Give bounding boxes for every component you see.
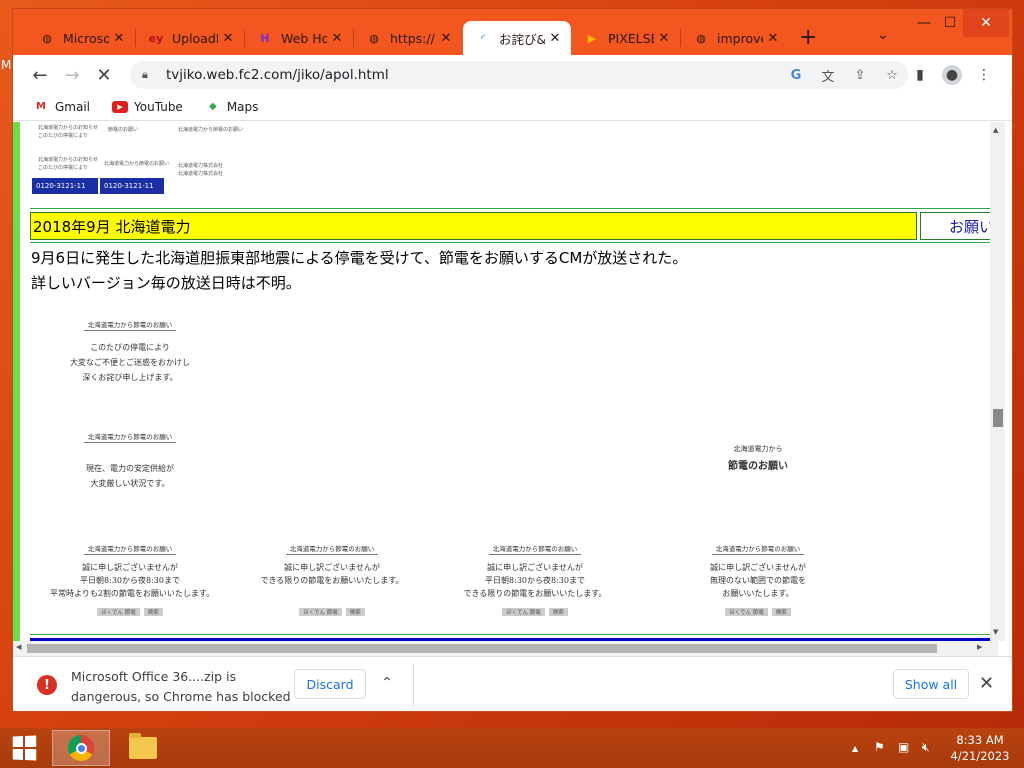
tab-pixelse[interactable]: ▶ PIXELSE ✕ xyxy=(572,21,680,55)
cm-caption-3: 北海道電力から 節電のお願い xyxy=(728,445,788,472)
bookmark-star-icon[interactable]: ☆ xyxy=(882,65,902,85)
show-all-button[interactable]: Show all xyxy=(893,669,969,699)
cm-caption-6: 北海道電力から節電のお願い 誠に申し訳ございませんが 平日朝8:30から夜8:3… xyxy=(463,545,607,616)
close-icon[interactable]: ✕ xyxy=(979,673,994,694)
left-green-bar xyxy=(13,122,20,641)
maps-icon: ◆ xyxy=(208,101,217,112)
windows-logo-icon xyxy=(12,735,37,761)
tab-title: Web Ho xyxy=(281,30,327,46)
chrome-icon xyxy=(68,735,94,761)
bookmark-gmail[interactable]: M Gmail xyxy=(33,100,90,114)
discard-button[interactable]: Discard xyxy=(294,669,366,699)
globe-icon: ◍ xyxy=(42,31,52,45)
taskbar: ▲ ⚑ ▣ 🔇︎ 8:33 AM 4/21/2023 xyxy=(0,728,1024,768)
tab-title: improve xyxy=(717,30,763,46)
description: 9月6日に発生した北海道胆振東部地震による停電を受けて、節電をお願いするCMが放… xyxy=(31,249,688,292)
tab-strip: ◍ Microsoft ✕ ey UploadE ✕ H Web Ho ✕ ◍ … xyxy=(13,9,1012,55)
folder-icon xyxy=(129,733,157,759)
cm-caption-4: 北海道電力から節電のお願い 誠に申し訳ございませんが 平日朝8:30から夜8:3… xyxy=(50,545,215,616)
chrome-window: ◍ Microsoft ✕ ey UploadE ✕ H Web Ho ✕ ◍ … xyxy=(12,8,1013,712)
tray-chevron-up-icon[interactable]: ▲ xyxy=(852,744,858,753)
horizontal-scrollbar[interactable]: ◀ ▶ xyxy=(13,641,998,656)
top-scan-image: 北海道電力からのお知らせ このたびの停電により 節電のお願い 北海道電力から節電… xyxy=(30,122,330,200)
new-tab-button[interactable]: + xyxy=(799,25,817,50)
tab-search-chevron-icon[interactable]: ⌄ xyxy=(877,27,889,43)
gmail-icon: M xyxy=(36,101,46,112)
warning-icon: ! xyxy=(37,675,57,695)
tab-improve[interactable]: ◍ improve ✕ xyxy=(681,21,789,55)
share-icon[interactable]: ⇪ xyxy=(850,65,870,85)
lock-icon: 🔒︎ xyxy=(142,68,148,81)
globe-icon: ◍ xyxy=(696,31,706,45)
volume-muted-icon[interactable]: 🔇︎ xyxy=(922,740,930,755)
taskbar-file-explorer[interactable] xyxy=(114,730,172,766)
close-icon[interactable]: ✕ xyxy=(109,31,129,46)
cm-caption-2: 北海道電力から節電のお願い 現在、電力の安定供給が 大変厳しい状況です。 xyxy=(60,424,200,491)
section-apology-link[interactable]: お願い xyxy=(920,212,992,240)
section-header: 2018年9月 北海道電力 xyxy=(30,212,917,240)
tab-title: UploadE xyxy=(172,30,218,46)
system-clock[interactable]: 8:33 AM 4/21/2023 xyxy=(942,732,1018,764)
cm-caption-7: 北海道電力から節電のお願い 誠に申し訳ございませんが 無理のない範囲での節電を … xyxy=(710,545,806,616)
forward-arrow-icon[interactable]: → xyxy=(60,63,84,87)
tab-apology-active[interactable]: ◜ お詫び& ✕ xyxy=(463,21,571,55)
bookmark-youtube[interactable]: ▶ YouTube xyxy=(112,100,183,114)
close-icon[interactable]: ✕ xyxy=(327,31,347,46)
close-icon[interactable]: ✕ xyxy=(218,31,238,46)
stop-loading-icon[interactable]: ✕ xyxy=(92,63,116,87)
chevron-up-icon[interactable]: ⌃ xyxy=(381,675,393,691)
close-icon[interactable]: ✕ xyxy=(545,31,565,46)
tab-title: https:// xyxy=(390,30,435,46)
desktop-stray-text: M xyxy=(1,58,12,72)
scroll-down-arrow-icon[interactable]: ▼ xyxy=(993,628,998,636)
tab-https[interactable]: ◍ https:// ✕ xyxy=(354,21,462,55)
pixelse-icon: ▶ xyxy=(587,31,597,45)
page-viewport: 北海道電力からのお知らせ このたびの停電により 節電のお願い 北海道電力から節電… xyxy=(13,122,998,641)
horizontal-scroll-thumb[interactable] xyxy=(27,644,937,653)
close-icon[interactable]: ✕ xyxy=(654,31,674,46)
scroll-right-arrow-icon[interactable]: ▶ xyxy=(977,643,982,651)
tab-title: Microsoft xyxy=(63,30,109,46)
scroll-left-arrow-icon[interactable]: ◀ xyxy=(16,643,21,651)
upload-icon: ey xyxy=(148,31,164,45)
back-arrow-icon[interactable]: ← xyxy=(28,63,52,87)
google-lens-icon[interactable]: G xyxy=(786,65,806,85)
translate-icon[interactable]: 文 xyxy=(818,65,838,85)
bookmark-maps[interactable]: ◆ Maps xyxy=(205,100,258,114)
webhost-icon: H xyxy=(260,31,270,45)
close-icon[interactable]: ✕ xyxy=(763,31,783,46)
menu-kebab-icon[interactable]: ⋮ xyxy=(974,65,994,85)
action-center-flag-icon[interactable]: ⚑ xyxy=(874,740,885,754)
tab-webhost[interactable]: H Web Ho ✕ xyxy=(245,21,353,55)
globe-icon: ◍ xyxy=(369,31,379,45)
side-panel-icon[interactable]: ▮ xyxy=(910,65,930,85)
close-window-button[interactable]: ✕ xyxy=(963,9,1009,37)
scroll-up-arrow-icon[interactable]: ▲ xyxy=(993,126,998,134)
youtube-icon: ▶ xyxy=(112,100,129,113)
tab-title: お詫び& xyxy=(499,31,545,47)
url-text: tvjiko.web.fc2.com/jiko/apol.html xyxy=(166,67,389,83)
tab-upload[interactable]: ey UploadE ✕ xyxy=(136,21,244,55)
network-icon[interactable]: ▣ xyxy=(898,740,909,754)
address-bar[interactable]: 🔒︎ tvjiko.web.fc2.com/jiko/apol.html G 文… xyxy=(130,61,908,89)
phone-number-box: 0120-3121-11 xyxy=(32,178,98,194)
taskbar-chrome[interactable] xyxy=(52,730,110,766)
tab-title: PIXELSE xyxy=(608,30,654,46)
vertical-scrollbar[interactable]: ▲ ▼ xyxy=(990,122,1005,641)
phone-number-box: 0120-3121-11 xyxy=(100,178,164,194)
vertical-scroll-thumb[interactable] xyxy=(993,409,1003,427)
loading-icon: ◜ xyxy=(480,31,486,45)
close-icon[interactable]: ✕ xyxy=(436,31,456,46)
tab-microsoft[interactable]: ◍ Microsoft ✕ xyxy=(27,21,135,55)
page-content: 北海道電力からのお知らせ このたびの停電により 節電のお願い 北海道電力から節電… xyxy=(30,122,992,641)
toolbar: ← → ✕ 🔒︎ tvjiko.web.fc2.com/jiko/apol.ht… xyxy=(13,55,1012,93)
cm-caption-5: 北海道電力から節電のお願い 誠に申し訳ございませんが できる限りの節電をお願いい… xyxy=(260,545,404,616)
bookmarks-bar: M Gmail ▶ YouTube ◆ Maps xyxy=(13,93,1012,121)
start-button[interactable] xyxy=(0,728,48,768)
download-bar: ! Microsoft Office 36....zip is dangerou… xyxy=(13,656,1012,711)
download-message: Microsoft Office 36....zip is dangerous,… xyxy=(71,669,291,711)
cm-caption-1: 北海道電力から節電のお願い このたびの停電により 大変なご不便とご迷惑をおかけし… xyxy=(70,321,190,382)
profile-avatar-icon[interactable]: ● xyxy=(942,65,962,85)
